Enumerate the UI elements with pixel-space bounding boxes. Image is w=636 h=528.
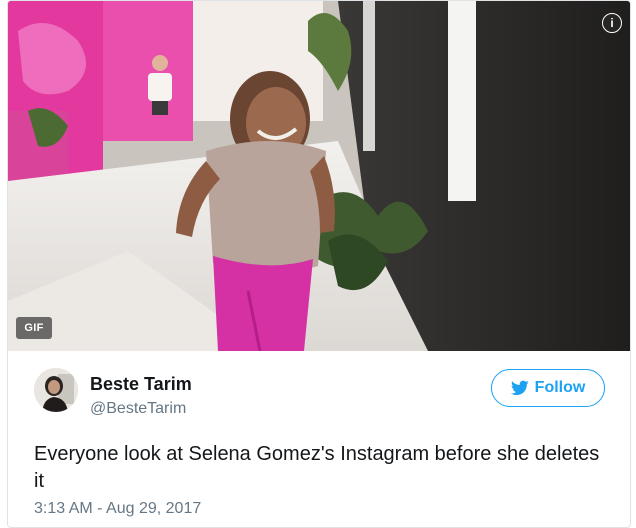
- author-name[interactable]: Beste Tarim: [90, 374, 192, 395]
- bird-icon: [510, 380, 529, 396]
- avatar[interactable]: [34, 368, 78, 412]
- gif-frame-image: [8, 1, 630, 351]
- gif-media[interactable]: GIF i: [8, 1, 630, 351]
- author-handle[interactable]: @BesteTarim: [90, 400, 186, 418]
- tweet-text: Everyone look at Selena Gomez's Instagra…: [34, 443, 600, 492]
- avatar-image: [34, 368, 78, 412]
- gif-badge: GIF: [16, 317, 52, 339]
- tweet-card: GIF i Beste Tarim @BesteTarim Follow Eve…: [7, 0, 631, 528]
- follow-button[interactable]: Follow: [491, 369, 605, 407]
- follow-label: Follow: [534, 379, 586, 396]
- info-icon[interactable]: i: [602, 13, 622, 33]
- tweet-timestamp[interactable]: 3:13 AM - Aug 29, 2017: [34, 500, 201, 518]
